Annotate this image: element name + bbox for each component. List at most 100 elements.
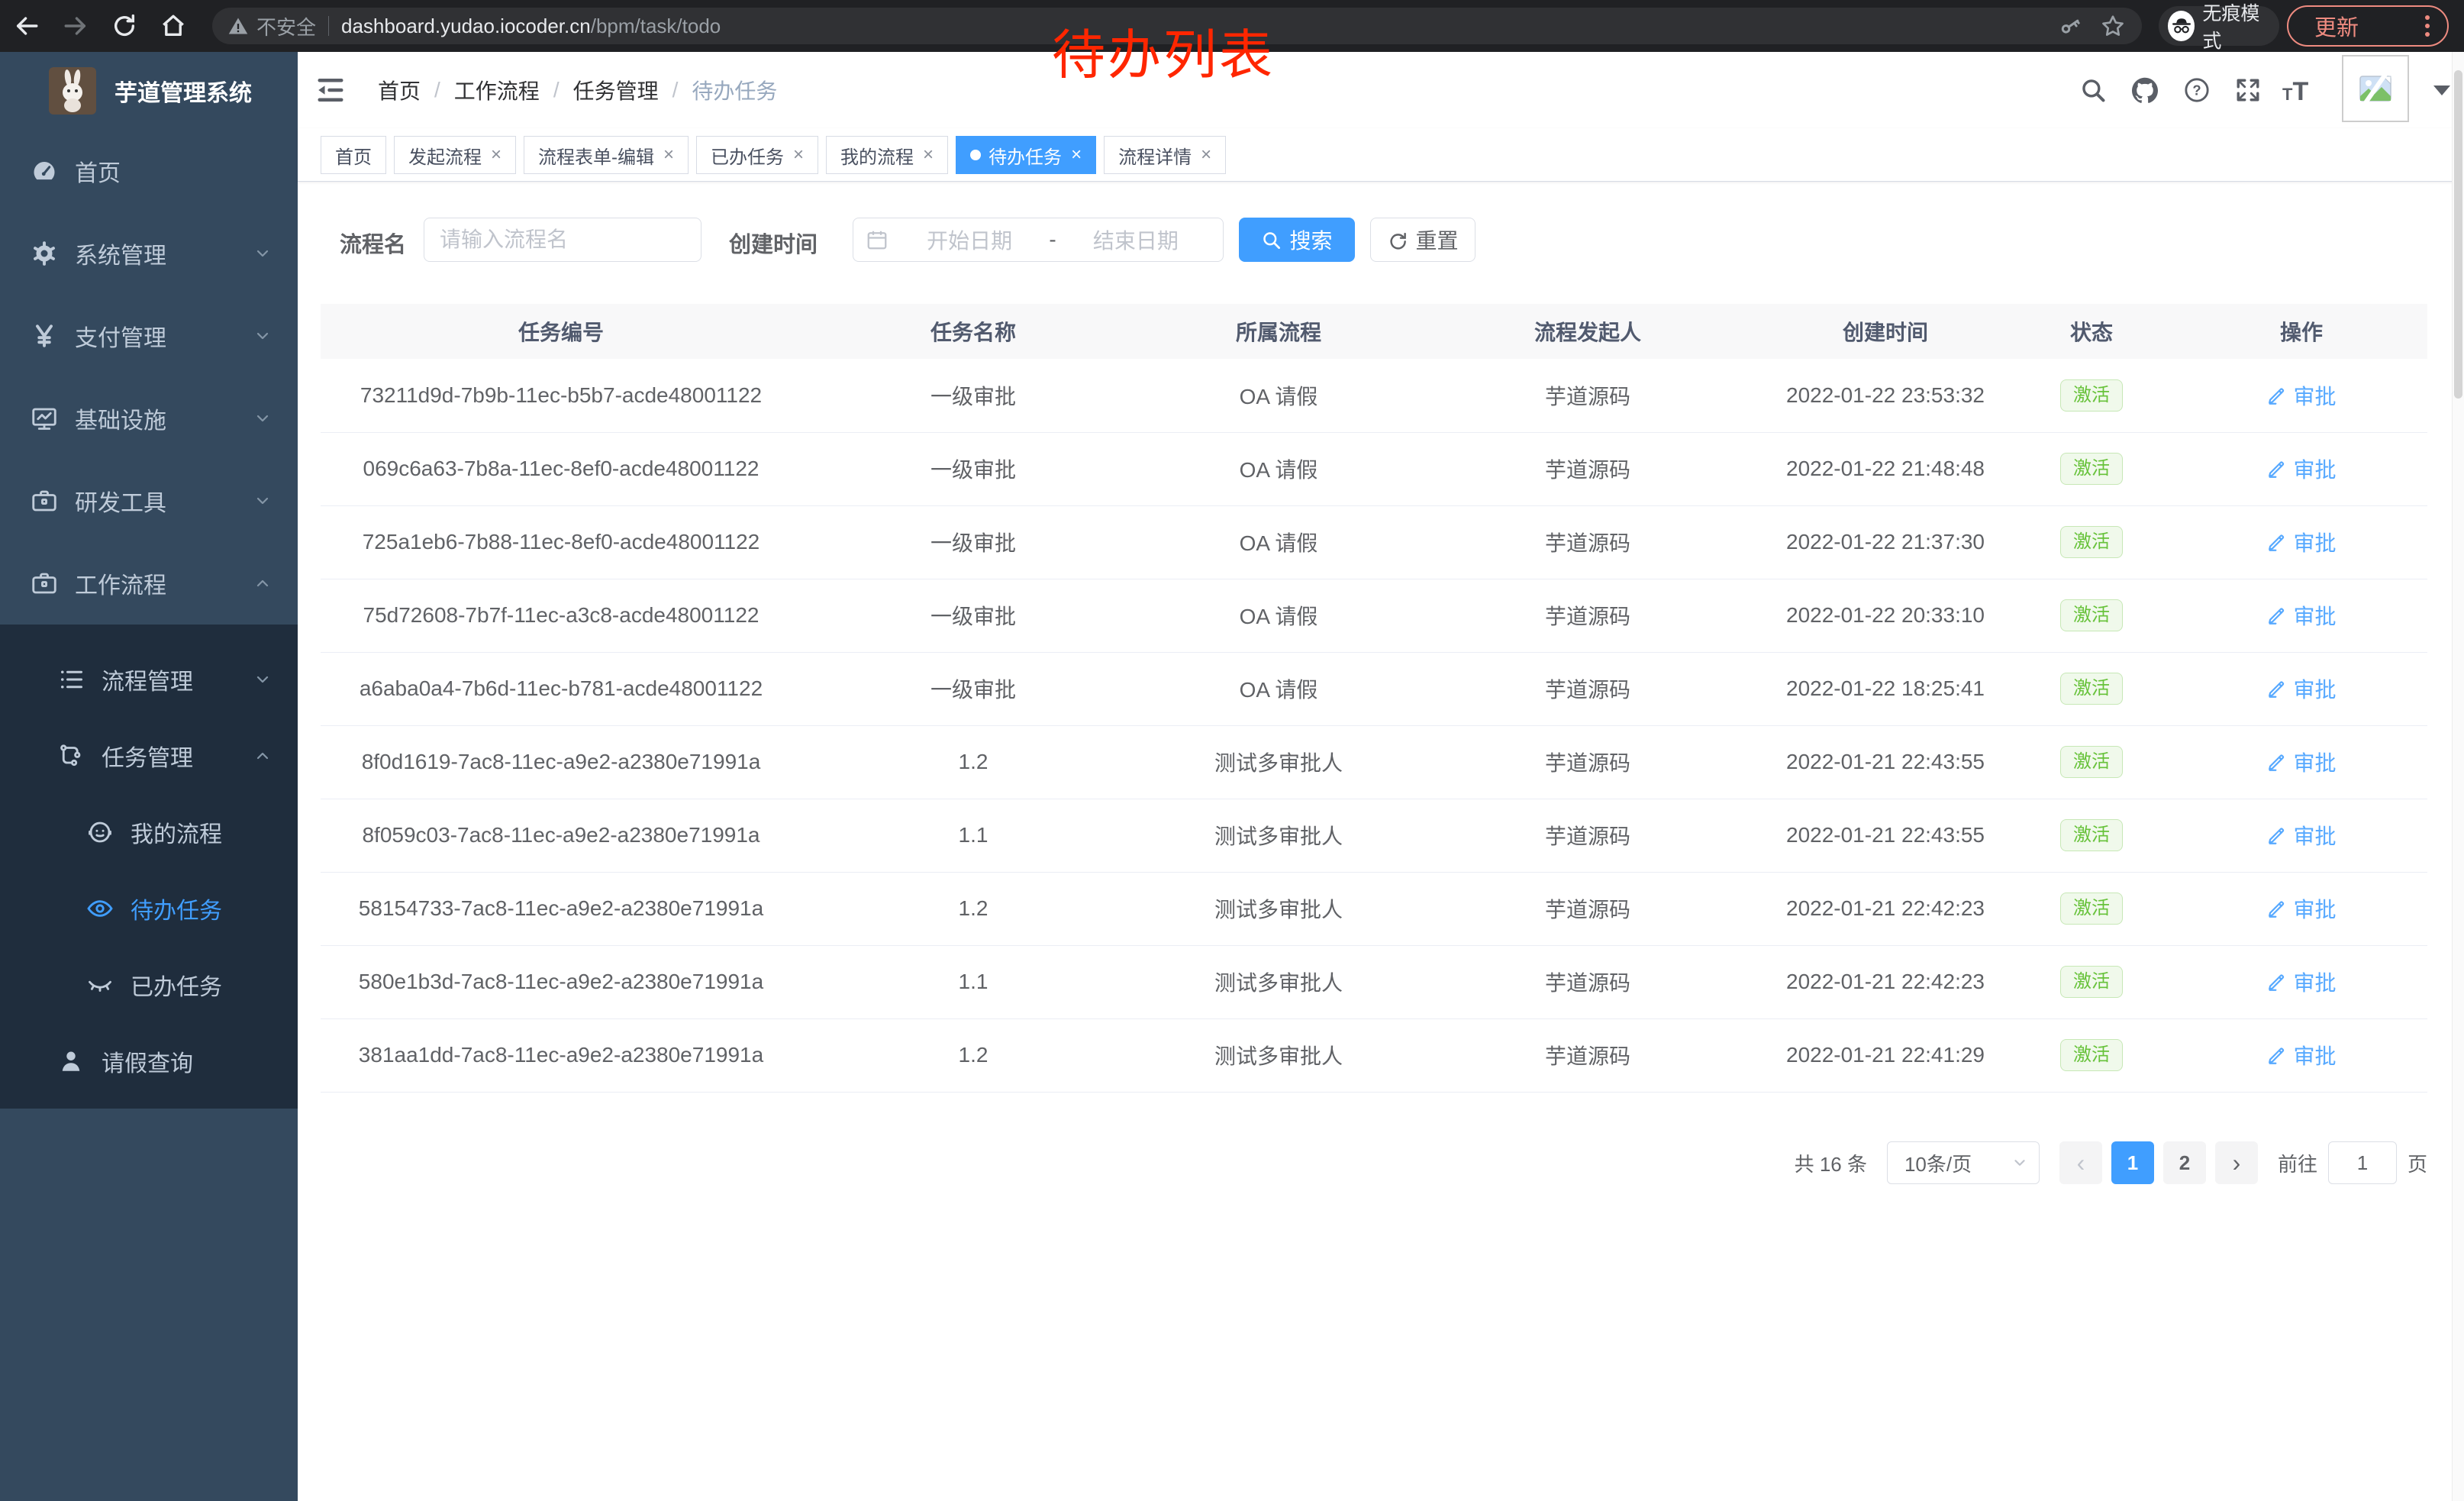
approve-link[interactable]: 审批 (2266, 893, 2336, 924)
face-icon (86, 818, 114, 846)
close-icon[interactable]: × (491, 146, 502, 164)
scrollbar[interactable] (2452, 52, 2464, 1501)
url-path[interactable]: /bpm/task/todo (591, 15, 721, 38)
browser-menu-icon[interactable] (2424, 14, 2430, 38)
goto-page-input[interactable] (2328, 1141, 2397, 1184)
sidebar-item[interactable]: 系统管理 (0, 212, 298, 295)
approve-link[interactable]: 审批 (2266, 454, 2336, 484)
date-range-input[interactable]: 开始日期 - 结束日期 (853, 218, 1224, 262)
sidebar-item[interactable]: 工作流程 (0, 542, 298, 625)
approve-link[interactable]: 审批 (2266, 967, 2336, 997)
approve-label: 审批 (2293, 600, 2336, 631)
eye-closed-icon (86, 971, 114, 999)
home-icon[interactable] (160, 13, 186, 39)
search-icon[interactable] (2080, 77, 2106, 103)
tab-label: 首页 (335, 142, 372, 169)
filter-form: 流程名 创建时间 开始日期 - 结束日期 搜索 重置 (298, 218, 2464, 262)
sidebar-item[interactable]: 研发工具 (0, 460, 298, 542)
page-button[interactable]: 2 (2163, 1141, 2206, 1184)
breadcrumb-item[interactable]: 首页 (378, 75, 421, 105)
app-title: 芋道管理系统 (114, 52, 252, 130)
breadcrumb-separator: / (672, 78, 679, 102)
process-name-input[interactable] (424, 218, 701, 262)
sidebar-item[interactable]: 首页 (0, 130, 298, 212)
status-badge: 激活 (2060, 819, 2123, 851)
sidebar-item[interactable]: 我的流程 (0, 794, 298, 870)
close-icon[interactable]: × (1201, 146, 1211, 164)
prev-page-button[interactable]: ‹ (2059, 1141, 2102, 1184)
sidebar-item[interactable]: 任务管理 (0, 718, 298, 794)
cell-name: 1.1 (801, 799, 1145, 872)
tab[interactable]: 流程详情× (1104, 136, 1226, 174)
back-icon[interactable] (14, 13, 40, 39)
avatar-caret-icon[interactable] (2433, 86, 2450, 95)
table-row: 580e1b3d-7ac8-11ec-a9e2-a2380e71991a1.1测… (321, 945, 2427, 1018)
reset-button[interactable]: 重置 (1370, 218, 1475, 262)
list-icon (57, 666, 85, 693)
url-domain[interactable]: dashboard.yudao.iocoder.cn (341, 15, 591, 38)
tab[interactable]: 流程表单-编辑× (524, 136, 689, 174)
update-label[interactable]: 更新 (2314, 10, 2359, 42)
scrollbar-thumb[interactable] (2454, 70, 2462, 399)
approve-label: 审批 (2293, 454, 2336, 484)
approve-label: 审批 (2293, 893, 2336, 924)
breadcrumb-item[interactable]: 工作流程 (454, 75, 540, 105)
sidebar-logo-row[interactable]: 芋道管理系统 (0, 52, 298, 130)
fullscreen-icon[interactable] (2235, 77, 2261, 103)
star-icon[interactable] (2101, 14, 2125, 38)
approve-link[interactable]: 审批 (2266, 1040, 2336, 1070)
forward-icon[interactable] (63, 13, 89, 39)
table-row: 8f059c03-7ac8-11ec-a9e2-a2380e71991a1.1测… (321, 799, 2427, 872)
cell-id: 8f0d1619-7ac8-11ec-a9e2-a2380e71991a (321, 725, 801, 799)
approve-label: 审批 (2293, 967, 2336, 997)
search-button[interactable]: 搜索 (1239, 218, 1355, 262)
sidebar-item[interactable]: 支付管理 (0, 295, 298, 377)
tab[interactable]: 发起流程× (394, 136, 516, 174)
incognito-icon (2168, 11, 2195, 41)
close-icon[interactable]: × (663, 146, 674, 164)
sidebar-item[interactable]: 已办任务 (0, 947, 298, 1023)
sidebar-toggle-icon[interactable] (317, 77, 344, 103)
close-icon[interactable]: × (793, 146, 804, 164)
key-icon[interactable] (2058, 14, 2082, 38)
date-separator: - (1044, 228, 1060, 252)
sidebar: 芋道管理系统 首页系统管理支付管理基础设施研发工具工作流程 流程管理任务管理我的… (0, 52, 298, 1501)
tab[interactable]: 已办任务× (696, 136, 818, 174)
security-label[interactable]: 不安全 (256, 12, 316, 40)
end-date-placeholder[interactable]: 结束日期 (1061, 224, 1211, 255)
close-icon[interactable]: × (1071, 146, 1082, 164)
sidebar-item-label: 已办任务 (131, 968, 222, 1002)
column-header: 状态 (2008, 304, 2175, 359)
cell-starter: 芋道源码 (1412, 652, 1763, 725)
browser-update-button[interactable]: 更新 (2287, 5, 2449, 47)
tab[interactable]: 首页 (321, 136, 386, 174)
approve-link[interactable]: 审批 (2266, 527, 2336, 557)
tab[interactable]: 我的流程 × (826, 136, 948, 174)
approve-link[interactable]: 审批 (2266, 820, 2336, 851)
approve-link[interactable]: 审批 (2266, 600, 2336, 631)
breadcrumb-item[interactable]: 任务管理 (573, 75, 659, 105)
tab-label: 我的流程 (840, 142, 914, 169)
font-size-icon[interactable]: TT (2282, 77, 2325, 103)
sidebar-item[interactable]: 请假查询 (0, 1023, 298, 1099)
sidebar-item[interactable]: 流程管理 (0, 641, 298, 718)
tab[interactable]: 待办任务× (956, 136, 1096, 174)
approve-link[interactable]: 审批 (2266, 673, 2336, 704)
page-button[interactable]: 1 (2111, 1141, 2154, 1184)
reload-icon[interactable] (111, 13, 137, 39)
next-page-button[interactable]: › (2215, 1141, 2258, 1184)
help-icon[interactable]: ? (2184, 77, 2210, 103)
page-size-select[interactable]: 10条/页 (1887, 1141, 2040, 1184)
approve-link[interactable]: 审批 (2266, 747, 2336, 777)
sidebar-item[interactable]: 基础设施 (0, 377, 298, 460)
avatar[interactable] (2342, 55, 2409, 122)
github-icon[interactable] (2132, 77, 2158, 103)
approve-link[interactable]: 审批 (2266, 380, 2336, 411)
sidebar-item-label: 请假查询 (102, 1044, 193, 1078)
cell-id: 725a1eb6-7b88-11ec-8ef0-acde48001122 (321, 505, 801, 579)
status-badge: 激活 (2060, 966, 2123, 998)
sidebar-item[interactable]: 待办任务 (0, 870, 298, 947)
column-header: 创建时间 (1763, 304, 2008, 359)
close-icon[interactable]: × (923, 146, 934, 164)
start-date-placeholder[interactable]: 开始日期 (895, 224, 1044, 255)
